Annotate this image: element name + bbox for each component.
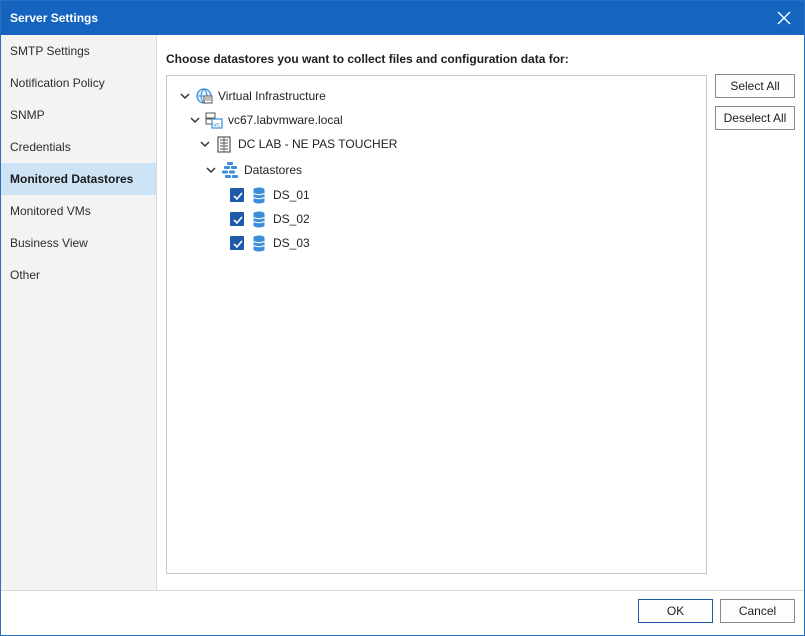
- vcenter-server-icon: vc: [205, 112, 223, 129]
- title-bar: Server Settings: [1, 1, 804, 35]
- datastores-folder-icon: [222, 162, 238, 178]
- datacenter-icon: [217, 136, 231, 153]
- ds-02-checkbox[interactable]: [230, 212, 244, 226]
- chevron-down-icon[interactable]: [179, 90, 191, 102]
- checkmark-icon: [233, 216, 243, 225]
- chevron-down-icon[interactable]: [189, 114, 201, 126]
- virtual-infrastructure-icon: [196, 88, 213, 104]
- sidebar-item-monitored-datastores[interactable]: Monitored Datastores: [1, 163, 156, 195]
- tree-node-datastores-folder: Datastores: [205, 160, 302, 180]
- ds-02-label[interactable]: DS_02: [273, 212, 310, 226]
- tree-label-datastores[interactable]: Datastores: [244, 163, 302, 177]
- ds-01-checkbox[interactable]: [230, 188, 244, 202]
- select-all-button[interactable]: Select All: [715, 74, 795, 98]
- tree-node-ds-01: DS_01: [230, 185, 310, 205]
- main-panel: Choose datastores you want to collect fi…: [158, 35, 804, 590]
- settings-sidebar: SMTP Settings Notification Policy SNMP C…: [1, 35, 157, 590]
- ds-03-checkbox[interactable]: [230, 236, 244, 250]
- ok-button[interactable]: OK: [638, 599, 713, 623]
- sidebar-item-other[interactable]: Other: [1, 259, 156, 291]
- datastore-tree: Virtual Infrastructure vc vc67.labvmware…: [166, 75, 707, 574]
- tree-node-ds-02: DS_02: [230, 209, 310, 229]
- tree-label-root[interactable]: Virtual Infrastructure: [218, 89, 326, 103]
- server-settings-dialog: Server Settings SMTP Settings Notificati…: [0, 0, 805, 636]
- tree-node-ds-03: DS_03: [230, 233, 310, 253]
- deselect-all-button[interactable]: Deselect All: [715, 106, 795, 130]
- sidebar-item-monitored-vms[interactable]: Monitored VMs: [1, 195, 156, 227]
- sidebar-item-smtp-settings[interactable]: SMTP Settings: [1, 35, 156, 67]
- dialog-footer: OK Cancel: [1, 590, 804, 635]
- sidebar-item-business-view[interactable]: Business View: [1, 227, 156, 259]
- svg-text:vc: vc: [213, 122, 220, 129]
- cancel-button[interactable]: Cancel: [720, 599, 795, 623]
- chevron-down-icon[interactable]: [205, 164, 217, 176]
- page-heading: Choose datastores you want to collect fi…: [166, 52, 569, 66]
- close-button[interactable]: [770, 4, 798, 32]
- datastore-icon: [253, 235, 265, 252]
- ds-03-label[interactable]: DS_03: [273, 236, 310, 250]
- checkmark-icon: [233, 240, 243, 249]
- tree-node-virtual-infrastructure: Virtual Infrastructure: [179, 86, 326, 106]
- window-title: Server Settings: [10, 11, 99, 25]
- sidebar-item-notification-policy[interactable]: Notification Policy: [1, 67, 156, 99]
- datastore-icon: [253, 187, 265, 204]
- tree-node-vcenter: vc vc67.labvmware.local: [189, 110, 343, 130]
- tree-node-datacenter: DC LAB - NE PAS TOUCHER: [199, 134, 397, 154]
- sidebar-item-snmp[interactable]: SNMP: [1, 99, 156, 131]
- tree-label-datacenter[interactable]: DC LAB - NE PAS TOUCHER: [238, 137, 397, 151]
- close-icon: [777, 11, 791, 25]
- ds-01-label[interactable]: DS_01: [273, 188, 310, 202]
- sidebar-item-credentials[interactable]: Credentials: [1, 131, 156, 163]
- chevron-down-icon[interactable]: [199, 138, 211, 150]
- tree-label-vcenter[interactable]: vc67.labvmware.local: [228, 113, 343, 127]
- datastore-icon: [253, 211, 265, 228]
- checkmark-icon: [233, 192, 243, 201]
